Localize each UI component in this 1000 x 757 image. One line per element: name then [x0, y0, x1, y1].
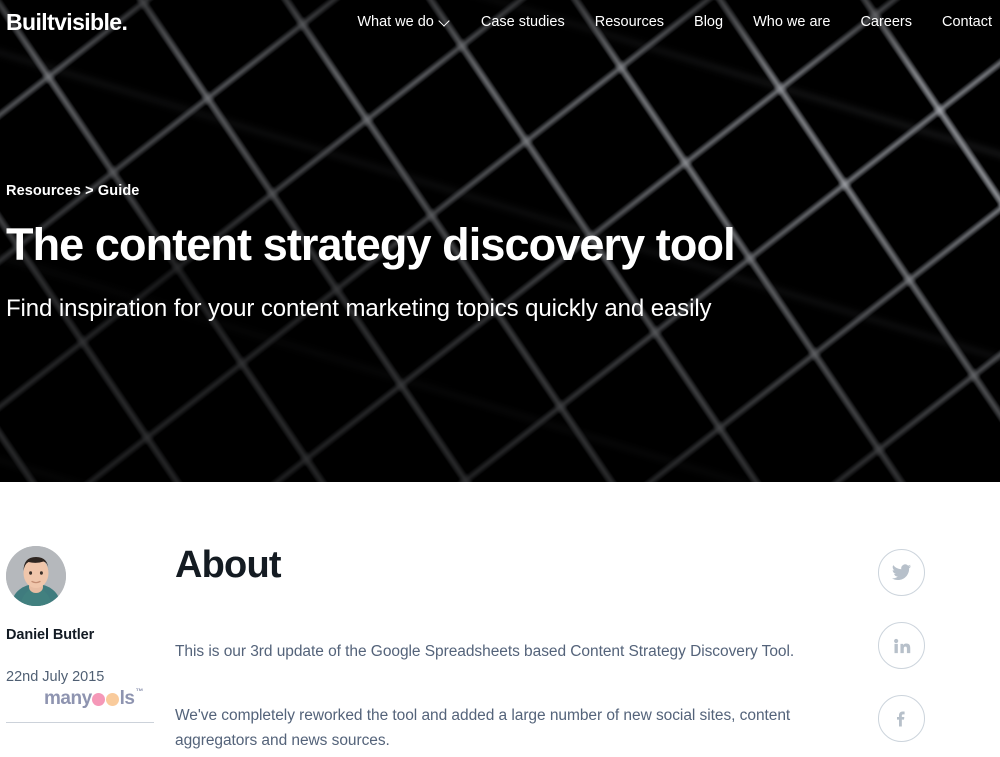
nav-item-contact[interactable]: Contact [942, 14, 992, 30]
nav-item-label: Blog [694, 14, 724, 30]
page-subtitle: Find inspiration for your content market… [6, 294, 712, 322]
manytools-watermark: many ls ™ [44, 687, 156, 709]
hero-copy: Resources > Guide The content strategy d… [6, 183, 926, 323]
hero-section: Builtvisible. What we do Case studies Re… [0, 0, 1000, 482]
manytools-dot-peach-icon [106, 692, 120, 706]
author-name: Daniel Butler [6, 627, 95, 643]
linkedin-icon [893, 638, 910, 653]
nav-links: What we do Case studies Resources Blog W… [357, 14, 992, 30]
main-navigation: Builtvisible. What we do Case studies Re… [0, 0, 1000, 44]
section-heading-about: About [175, 544, 282, 586]
share-twitter-button[interactable] [878, 549, 925, 596]
manytools-suffix: ls [119, 687, 135, 709]
nav-item-case-studies[interactable]: Case studies [481, 14, 565, 30]
article-paragraph: This is our 3rd update of the Google Spr… [175, 643, 795, 660]
breadcrumb[interactable]: Resources > Guide [6, 183, 926, 199]
share-linkedin-button[interactable] [878, 622, 925, 669]
meta-divider [6, 722, 154, 723]
manytools-dot-pink-icon [92, 692, 106, 706]
article-section: Daniel Butler 22nd July 2015 many ls ™ A… [0, 482, 1000, 757]
share-facebook-button[interactable] [878, 695, 925, 742]
nav-item-blog[interactable]: Blog [694, 14, 723, 30]
nav-item-label: Careers [860, 14, 913, 30]
nav-item-what-we-do[interactable]: What we do [357, 14, 451, 30]
nav-item-label: Resources [594, 14, 665, 30]
article-meta-sidebar: Daniel Butler 22nd July 2015 many ls ™ [6, 546, 156, 723]
publish-date: 22nd July 2015 [6, 669, 105, 685]
avatar [6, 546, 66, 606]
site-logo[interactable]: Builtvisible. [6, 10, 128, 34]
nav-item-label: Contact [942, 14, 992, 30]
chevron-down-icon [440, 16, 451, 27]
facebook-icon [896, 711, 905, 726]
article-paragraph: We've completely reworked the tool and a… [175, 707, 791, 750]
manytools-prefix: many [44, 687, 92, 709]
twitter-icon [891, 564, 912, 581]
nav-item-label: Who we are [753, 14, 831, 30]
nav-item-resources[interactable]: Resources [595, 14, 664, 30]
nav-item-label: What we do [357, 14, 434, 30]
article-body: About This is our 3rd update of the Goog… [175, 546, 835, 753]
avatar-illustration [6, 546, 66, 606]
nav-item-careers[interactable]: Careers [860, 14, 912, 30]
page-title: The content strategy discovery tool [6, 219, 736, 270]
social-share-bar [878, 549, 925, 742]
manytools-trademark: ™ [135, 687, 144, 696]
nav-item-who-we-are[interactable]: Who we are [753, 14, 830, 30]
nav-item-label: Case studies [480, 14, 565, 30]
